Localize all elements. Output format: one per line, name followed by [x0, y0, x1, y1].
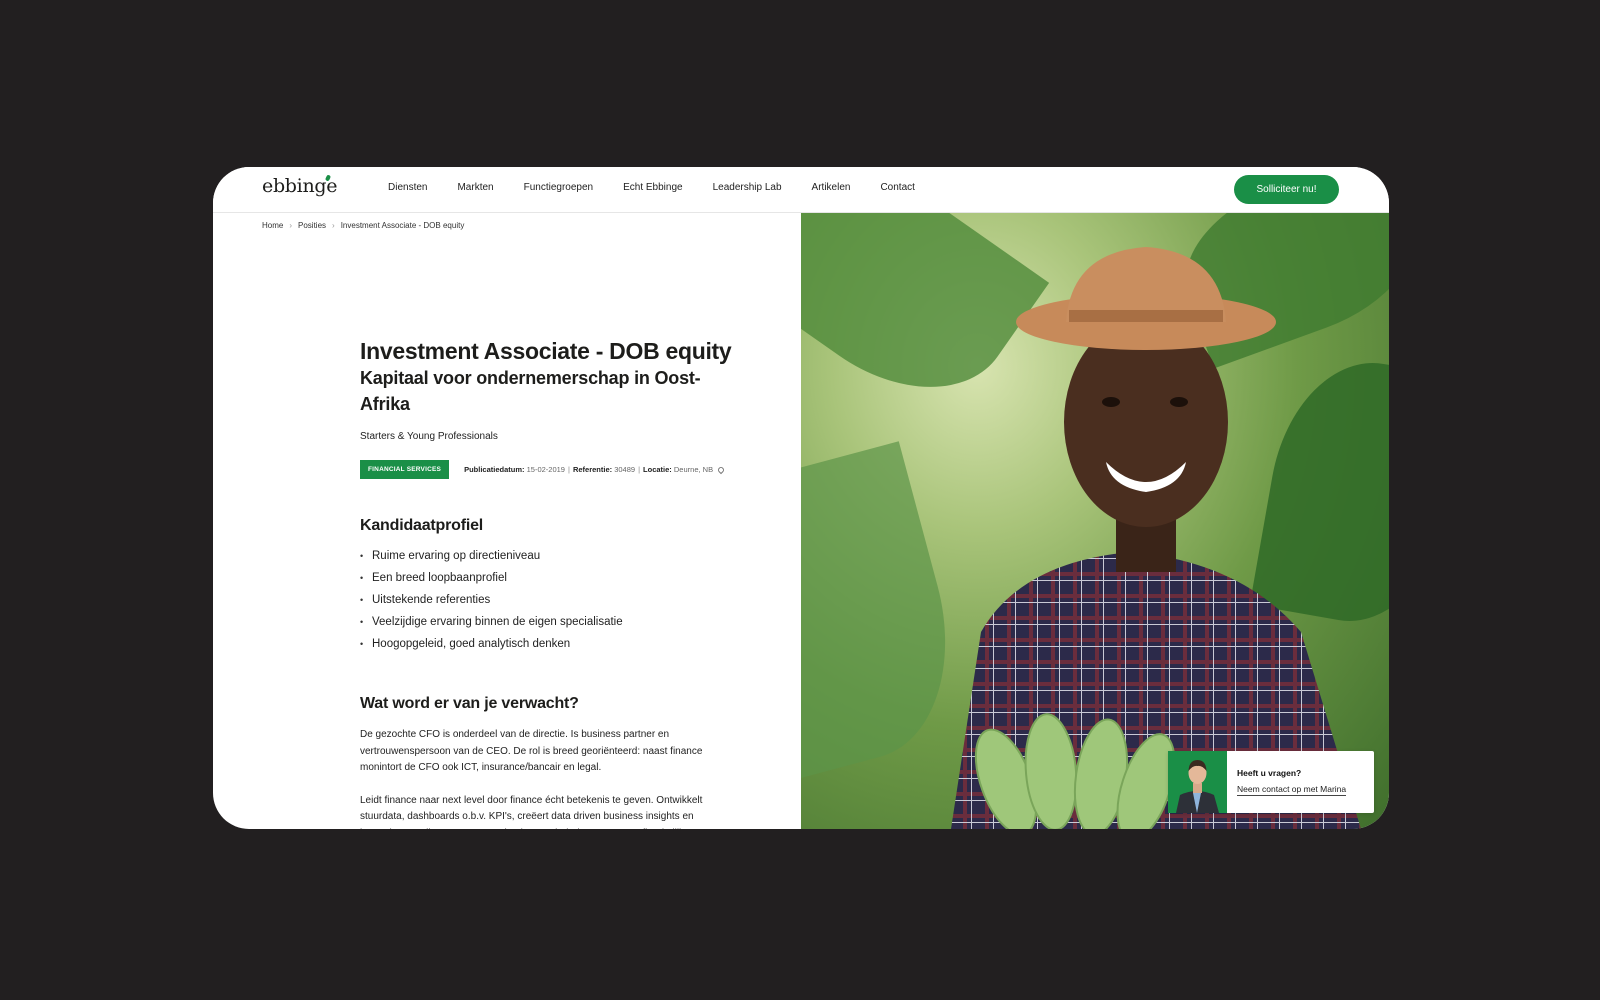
location-pin-icon: [716, 465, 726, 474]
reference-label: Referentie:: [572, 465, 613, 474]
job-subtitle: Kapitaal voor ondernemerschap in Oost-Af…: [360, 368, 701, 414]
pub-date-value: 15-02-2019: [526, 465, 565, 474]
nav-markten[interactable]: Markten: [457, 182, 493, 193]
expectations-paragraph-1: De gezochte CFO is onderdeel van de dire…: [360, 729, 703, 773]
nav-diensten[interactable]: Diensten: [388, 182, 427, 193]
browser-frame: ebbinge Diensten Markten Functiegroepen …: [213, 167, 1389, 829]
list-item: Veelzijdige ervaring binnen de eigen spe…: [360, 611, 740, 633]
nav-artikelen[interactable]: Artikelen: [812, 182, 851, 193]
job-content: Investment Associate - DOB equity Kapita…: [360, 337, 740, 829]
breadcrumb-current: Investment Associate - DOB equity: [340, 221, 465, 230]
contact-question: Heeft u vragen?: [1237, 768, 1302, 778]
nav-functiegroepen[interactable]: Functiegroepen: [524, 182, 594, 193]
reference-value: 30489: [614, 465, 636, 474]
list-item: Een breed loopbaanprofiel: [360, 567, 740, 589]
avatar: [1168, 751, 1227, 813]
breadcrumb-home[interactable]: Home: [262, 221, 283, 230]
location-value: Deurne, NB: [673, 465, 714, 474]
job-meta: Publicatiedatum: 15-02-2019 | Referentie…: [464, 465, 726, 474]
nav-echt-ebbinge[interactable]: Echt Ebbinge: [623, 182, 683, 193]
chevron-right-icon: ›: [332, 221, 335, 230]
nav-contact[interactable]: Contact: [880, 182, 914, 193]
job-category: Starters & Young Professionals: [360, 431, 498, 442]
chevron-right-icon: ›: [289, 221, 293, 230]
site-header: ebbinge Diensten Markten Functiegroepen …: [213, 167, 1389, 213]
list-item: Hoogopgeleid, goed analytisch denken: [360, 633, 740, 655]
nav-leadership-lab[interactable]: Leadership Lab: [713, 182, 782, 193]
breadcrumb: Home › Posities › Investment Associate -…: [262, 221, 464, 230]
expectations-paragraph-2: Leidt finance naar next level door finan…: [360, 794, 703, 830]
breadcrumb-posities[interactable]: Posities: [298, 221, 326, 230]
main-nav: Diensten Markten Functiegroepen Echt Ebb…: [388, 182, 945, 193]
job-title: Investment Associate - DOB equity: [360, 338, 732, 364]
pub-date-label: Publicatiedatum:: [464, 465, 525, 474]
meta-divider: |: [638, 465, 641, 474]
profile-list: Ruime ervaring op directieniveau Een bre…: [360, 545, 740, 655]
meta-divider: |: [567, 465, 570, 474]
apply-button[interactable]: Solliciteer nu!: [1234, 175, 1339, 204]
farmer-illustration: [951, 247, 1361, 829]
profile-heading: Kandidaatprofiel: [360, 517, 484, 534]
list-item: Uitstekende referenties: [360, 589, 740, 611]
hero-photo: [801, 212, 1389, 829]
expectations-heading: Wat word er van je verwacht?: [360, 695, 579, 712]
list-item: Ruime ervaring op directieniveau: [360, 545, 740, 567]
contact-link[interactable]: Neem contact op met Marina: [1237, 784, 1347, 796]
contact-card[interactable]: Heeft u vragen? Neem contact op met Mari…: [1168, 751, 1374, 813]
sector-badge[interactable]: FINANCIAL SERVICES: [360, 460, 450, 479]
location-label: Locatie:: [643, 465, 672, 474]
job-meta-row: FINANCIAL SERVICES Publicatiedatum: 15-0…: [360, 460, 740, 479]
consultant-portrait: [1176, 760, 1219, 813]
